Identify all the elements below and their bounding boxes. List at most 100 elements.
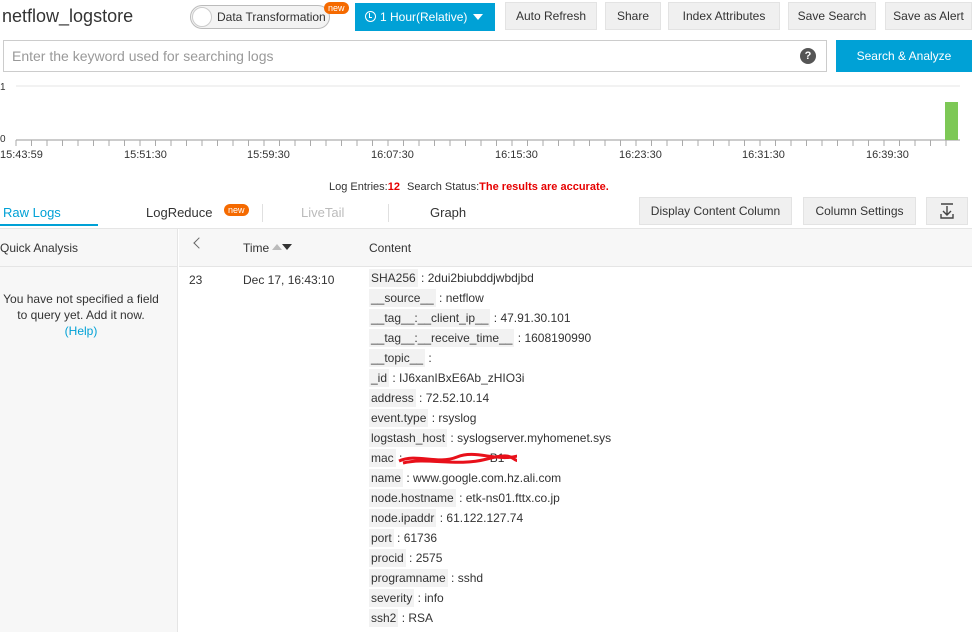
field-value[interactable]: netflow xyxy=(446,291,484,305)
field-separator: : xyxy=(414,591,425,605)
question-icon[interactable]: ? xyxy=(800,48,816,64)
field-value[interactable]: syslogserver.myhomenet.sys xyxy=(457,431,611,445)
save-search-button[interactable]: Save Search xyxy=(788,2,876,30)
log-field: programname : sshd xyxy=(369,569,969,589)
log-field: SHA256 : 2dui2biubddjwbdjbd xyxy=(369,269,969,289)
data-transformation-toggle[interactable]: Data Transformation xyxy=(190,5,330,29)
display-content-column-button[interactable]: Display Content Column xyxy=(639,197,792,225)
field-key[interactable]: node.ipaddr xyxy=(369,509,437,527)
tab-livetail[interactable]: LiveTail xyxy=(301,205,344,220)
tab-divider xyxy=(388,204,389,222)
new-badge: new xyxy=(324,2,349,14)
field-value[interactable]: rsyslog xyxy=(438,411,476,425)
log-field: severity : info xyxy=(369,589,969,609)
sort-desc-icon xyxy=(282,244,293,250)
quick-analysis-panel: Quick Analysis You have not specified a … xyxy=(0,229,178,632)
field-value[interactable]: 61736 xyxy=(404,531,437,545)
field-separator: : xyxy=(405,551,416,565)
row-time: Dec 17, 16:43:10 xyxy=(243,273,335,287)
caret-down-icon xyxy=(473,14,484,20)
field-value[interactable]: info xyxy=(424,591,443,605)
search-input[interactable] xyxy=(12,41,792,71)
field-value[interactable]: 61.122.127.74 xyxy=(446,511,523,525)
field-key[interactable]: __source__ xyxy=(369,289,436,307)
download-icon xyxy=(940,203,954,219)
field-key[interactable]: __topic__ xyxy=(369,349,426,367)
field-value[interactable]: sshd xyxy=(458,571,483,585)
field-value[interactable]: www.google.com.hz.ali.com xyxy=(413,471,561,485)
field-separator: : xyxy=(425,351,432,365)
field-key[interactable]: port xyxy=(369,529,394,547)
log-entries-count: 12 xyxy=(387,181,400,193)
redaction-scribble xyxy=(398,452,517,465)
logstore-title: netflow_logstore xyxy=(2,6,134,26)
log-histogram: 1 0 15:43:59 15:51:30 15:59:30 16:07:30 … xyxy=(0,78,972,178)
content-column-header: Content xyxy=(369,241,412,255)
collapse-arrow-icon[interactable] xyxy=(193,237,205,249)
save-as-alert-button[interactable]: Save as Alert xyxy=(885,2,972,30)
field-key[interactable]: event.type xyxy=(369,409,429,427)
sort-asc-icon xyxy=(272,244,283,250)
result-tabs: Raw Logs LogReduce new LiveTail Graph Di… xyxy=(0,197,972,227)
column-settings-button[interactable]: Column Settings xyxy=(803,197,916,225)
field-key[interactable]: SHA256 xyxy=(369,269,418,287)
auto-refresh-button[interactable]: Auto Refresh xyxy=(505,2,597,30)
field-key[interactable]: programname xyxy=(369,569,448,587)
log-field: address : 72.52.10.14 xyxy=(369,389,969,409)
log-field: event.type : rsyslog xyxy=(369,409,969,429)
index-attributes-button[interactable]: Index Attributes xyxy=(668,2,780,30)
tab-raw-logs[interactable]: Raw Logs xyxy=(3,205,61,220)
field-separator: : xyxy=(403,471,414,485)
log-field: _id : IJ6xanIBxE6Ab_zHIO3i xyxy=(369,369,969,389)
help-link[interactable]: (Help) xyxy=(65,324,98,338)
field-value[interactable]: 1608190990 xyxy=(524,331,591,345)
row-index: 23 xyxy=(189,273,203,287)
y-label-top: 1 xyxy=(0,82,6,93)
share-button[interactable]: Share xyxy=(605,2,661,30)
field-key[interactable]: procid xyxy=(369,549,406,567)
x-tick-label: 16:31:30 xyxy=(742,149,785,161)
field-value[interactable]: 2575 xyxy=(416,551,443,565)
field-key[interactable]: severity xyxy=(369,589,415,607)
time-range-button[interactable]: 1 Hour(Relative) xyxy=(355,3,495,31)
log-status: Log Entries:12 Search Status:The results… xyxy=(329,181,609,193)
field-key[interactable]: address xyxy=(369,389,416,407)
clock-icon xyxy=(365,11,376,22)
field-key[interactable]: _id xyxy=(369,369,390,387)
field-key[interactable]: __tag__:__receive_time__ xyxy=(369,329,515,347)
field-value[interactable]: 72.52.10.14 xyxy=(426,391,489,405)
log-field: node.ipaddr : 61.122.127.74 xyxy=(369,509,969,529)
log-field: mac : B1 xyxy=(369,449,969,469)
time-column-header[interactable]: Time xyxy=(243,241,293,255)
log-field: port : 61736 xyxy=(369,529,969,549)
field-key[interactable]: __tag__:__client_ip__ xyxy=(369,309,491,327)
download-button[interactable] xyxy=(926,197,968,225)
search-box: ? xyxy=(3,40,827,72)
field-value[interactable]: 47.91.30.101 xyxy=(500,311,570,325)
search-analyze-button[interactable]: Search & Analyze xyxy=(836,40,972,72)
field-value[interactable]: IJ6xanIBxE6Ab_zHIO3i xyxy=(399,371,524,385)
field-separator: : xyxy=(435,291,446,305)
field-value[interactable]: 2dui2biubddjwbdjbd xyxy=(428,271,534,285)
quick-analysis-title: Quick Analysis xyxy=(0,241,79,255)
top-bar: netflow_logstore Data Transformation new… xyxy=(0,0,972,36)
tab-graph[interactable]: Graph xyxy=(430,205,466,220)
field-value[interactable]: RSA xyxy=(408,611,433,625)
log-field: logstash_host : syslogserver.myhomenet.s… xyxy=(369,429,969,449)
field-key[interactable]: mac xyxy=(369,449,396,467)
field-key[interactable]: node.hostname xyxy=(369,489,456,507)
histogram-bar[interactable] xyxy=(945,102,958,140)
x-tick-label: 16:07:30 xyxy=(371,149,414,161)
tab-logreduce[interactable]: LogReduce xyxy=(146,205,213,220)
search-status-label: Search Status: xyxy=(407,181,480,193)
field-separator: : xyxy=(447,431,458,445)
field-separator: : xyxy=(447,571,458,585)
field-key[interactable]: name xyxy=(369,469,404,487)
x-tick-label: 16:23:30 xyxy=(619,149,662,161)
new-badge: new xyxy=(224,204,249,216)
log-entries-label: Log Entries: xyxy=(329,181,388,193)
field-key[interactable]: logstash_host xyxy=(369,429,448,447)
field-value[interactable]: etk-ns01.fttx.co.jp xyxy=(466,491,560,505)
field-key[interactable]: ssh2 xyxy=(369,609,399,627)
field-separator: : xyxy=(428,411,439,425)
